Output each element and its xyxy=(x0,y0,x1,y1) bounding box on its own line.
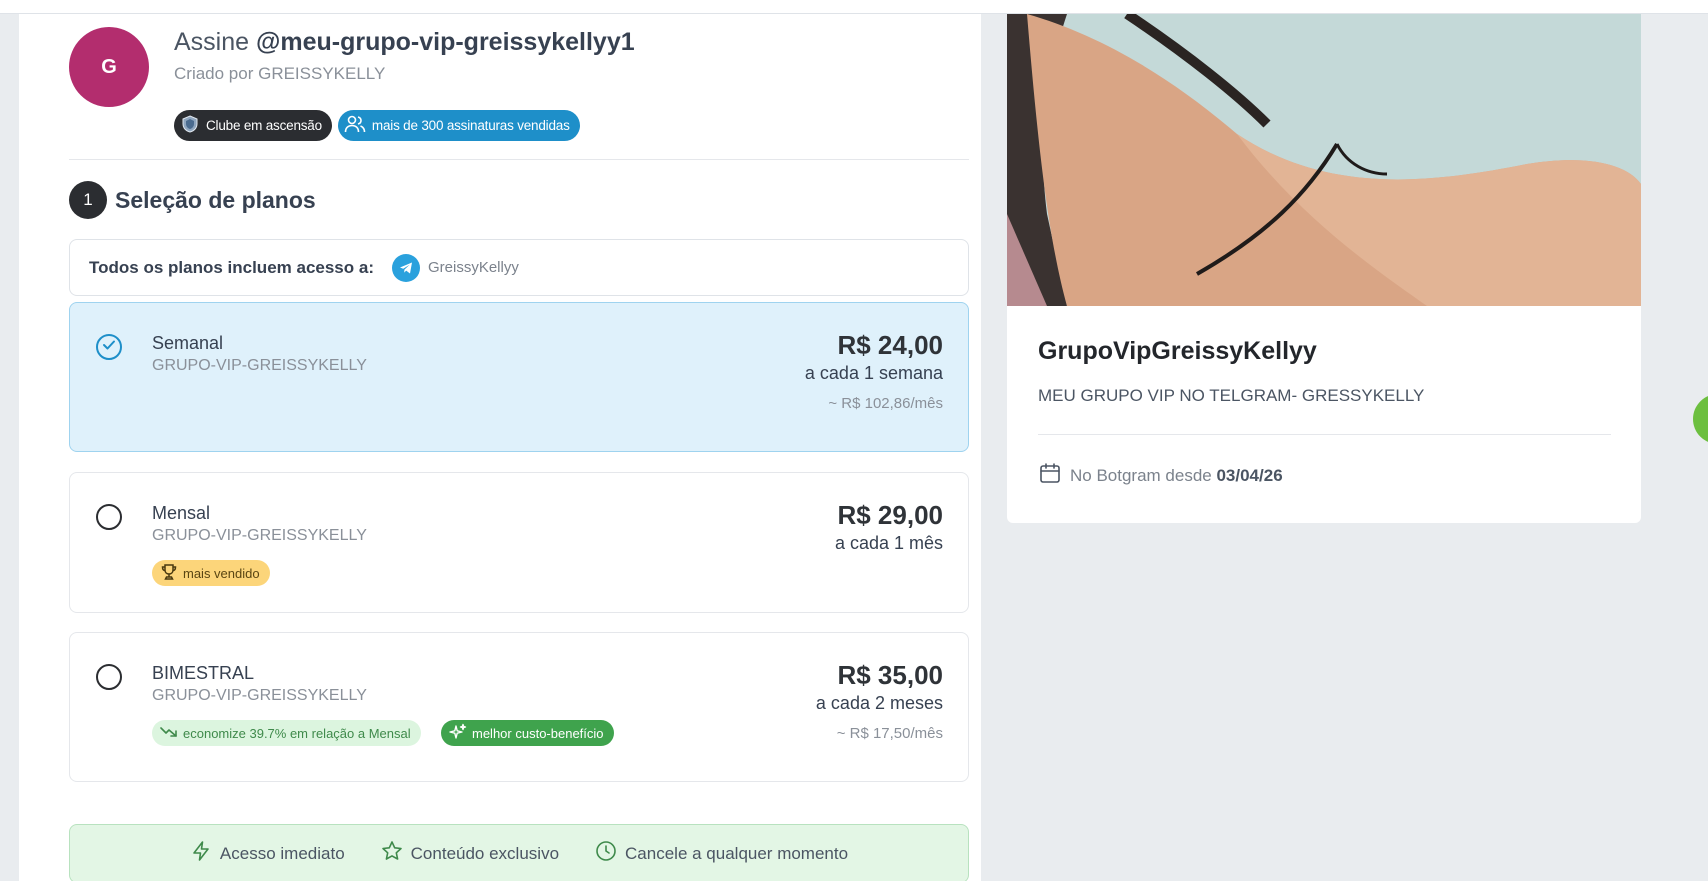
feature-cancel-anytime: Cancele a qualquer momento xyxy=(595,840,848,867)
group-card: GrupoVipGreissyKellyy MEU GRUPO VIP NO T… xyxy=(1007,14,1641,523)
bolt-icon xyxy=(190,840,212,867)
creator-label: Criado por GREISSYKELLY xyxy=(174,64,386,83)
clock-icon xyxy=(595,840,617,867)
sales-badge-label: mais de 300 assinaturas vendidas xyxy=(371,118,570,133)
divider xyxy=(1038,434,1611,435)
club-badge-label: Clube em ascensão xyxy=(206,118,322,133)
top-bar xyxy=(0,0,1708,14)
users-icon xyxy=(344,114,366,137)
group-description: MEU GRUPO VIP NO TELGRAM- GRESSYKELLY xyxy=(1038,386,1425,405)
best-seller-tag: mais vendido xyxy=(152,560,270,586)
member-since: No Botgram desde 03/04/26 xyxy=(1038,461,1283,490)
plan-price: R$ 29,00 xyxy=(837,500,943,530)
plan-period: a cada 1 mês xyxy=(834,533,943,553)
since-label: No Botgram desde xyxy=(1070,465,1217,485)
check-icon xyxy=(102,338,116,356)
trophy-icon xyxy=(160,563,178,584)
savings-label: economize 39.7% em relação a Mensal xyxy=(183,725,411,741)
plan-group: GRUPO-VIP-GREISSYKELLY xyxy=(152,357,367,374)
access-item-label: GreissyKellyy xyxy=(427,259,519,276)
trending-down-icon xyxy=(160,725,178,742)
title-prefix: Assine xyxy=(174,28,256,56)
plan-option-bimestral[interactable]: BIMESTRAL GRUPO-VIP-GREISSYKELLY R$ 35,0… xyxy=(69,632,969,782)
divider xyxy=(69,159,969,160)
shield-icon xyxy=(180,114,200,137)
telegram-icon xyxy=(391,253,420,282)
access-item: GreissyKellyy xyxy=(391,253,519,282)
plan-group: GRUPO-VIP-GREISSYKELLY xyxy=(152,687,367,704)
sales-badge: mais de 300 assinaturas vendidas xyxy=(337,110,580,141)
plan-price: R$ 35,00 xyxy=(837,660,943,690)
best-value-tag: melhor custo-benefício xyxy=(441,720,614,746)
plan-name: BIMESTRAL xyxy=(152,663,255,683)
access-label: Todos os planos incluem acesso a: xyxy=(89,257,374,277)
sparkles-icon xyxy=(449,723,467,744)
checkout-panel: G Assine @meu-grupo-vip-greissykellyy1 C… xyxy=(19,14,981,881)
feature-exclusive-content: Conteúdo exclusivo xyxy=(381,840,559,867)
feature-label: Cancele a qualquer momento xyxy=(625,843,849,863)
plan-period: a cada 1 semana xyxy=(804,363,943,383)
page-title: Assine @meu-grupo-vip-greissykellyy1 xyxy=(174,28,635,57)
feature-instant-access: Acesso imediato xyxy=(190,840,345,867)
access-box: Todos os planos incluem acesso a: Greiss… xyxy=(69,239,969,296)
plan-monthly-price: ~ R$ 102,86/mês xyxy=(828,395,943,412)
calendar-icon xyxy=(1038,461,1062,490)
star-icon xyxy=(381,840,403,867)
plan-monthly-price: ~ R$ 17,50/mês xyxy=(836,725,943,742)
avatar: G xyxy=(69,27,149,107)
plan-period: a cada 2 meses xyxy=(815,693,943,713)
since-date: 03/04/26 xyxy=(1216,465,1283,485)
floating-action-button[interactable] xyxy=(1693,394,1708,444)
feature-label: Conteúdo exclusivo xyxy=(410,843,560,863)
features-bar: Acesso imediato Conteúdo exclusivo Cance… xyxy=(69,824,969,881)
plan-option-semanal[interactable]: Semanal GRUPO-VIP-GREISSYKELLY R$ 24,00 … xyxy=(69,302,969,452)
plan-option-mensal[interactable]: Mensal GRUPO-VIP-GREISSYKELLY R$ 29,00 a… xyxy=(69,472,969,613)
section-title: Seleção de planos xyxy=(115,186,316,213)
radio-unselected[interactable] xyxy=(96,664,122,690)
plan-group: GRUPO-VIP-GREISSYKELLY xyxy=(152,527,367,544)
club-badge: Clube em ascensão xyxy=(174,110,332,141)
plan-price: R$ 24,00 xyxy=(837,330,943,360)
cover-image xyxy=(1007,14,1641,306)
plans-section-header: 1 Seleção de planos xyxy=(69,181,316,219)
best-value-label: melhor custo-benefício xyxy=(472,725,604,741)
radio-selected[interactable] xyxy=(96,334,122,360)
badges: Clube em ascensão mais de 300 assinatura… xyxy=(174,110,580,141)
step-number: 1 xyxy=(69,181,107,219)
title-handle: @meu-grupo-vip-greissykellyy1 xyxy=(255,28,635,56)
group-name: GrupoVipGreissyKellyy xyxy=(1038,337,1317,365)
best-seller-label: mais vendido xyxy=(183,565,260,581)
feature-label: Acesso imediato xyxy=(219,843,345,863)
radio-unselected[interactable] xyxy=(96,504,122,530)
plan-name: Mensal xyxy=(152,503,211,523)
plan-name: Semanal xyxy=(152,333,224,353)
savings-tag: economize 39.7% em relação a Mensal xyxy=(152,720,421,746)
